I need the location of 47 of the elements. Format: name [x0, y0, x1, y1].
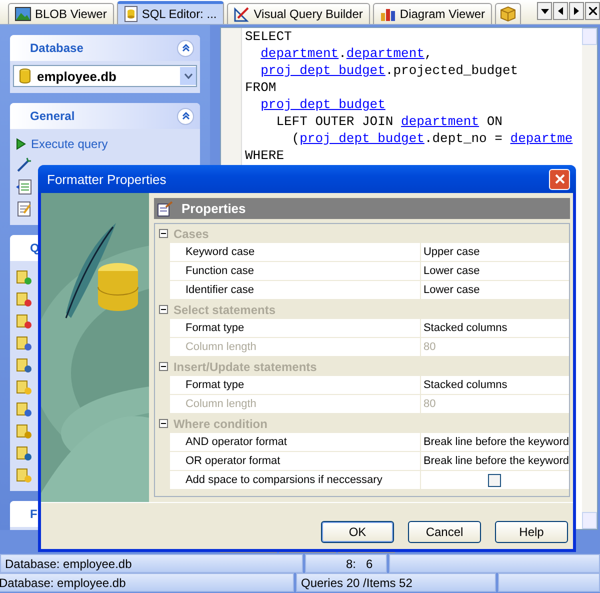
code-line: SELECT [245, 28, 293, 45]
category-label: Where condition [173, 416, 268, 430]
category-label: Select statements [173, 302, 276, 316]
status-text: Database: employee.db [0, 554, 303, 573]
code-line: WHERE [245, 147, 286, 164]
status-text: Queries 20 /Items 52 [296, 573, 496, 592]
property-name: Column length [170, 395, 422, 413]
tab[interactable]: Visual Query Builder [226, 3, 370, 24]
code-line: proj dept budget [260, 96, 386, 113]
property-name: Add space to comparsions if neccessary [170, 471, 422, 489]
property-value[interactable]: Stacked columns [421, 376, 569, 394]
property-name: OR operator format [170, 452, 422, 470]
property-value[interactable]: Lower case [421, 281, 569, 299]
property-value[interactable]: Lower case [421, 262, 569, 280]
tab[interactable]: BLOB Viewer [8, 3, 114, 24]
property-value[interactable]: Upper case [421, 243, 569, 261]
ok-button[interactable]: OK [321, 521, 394, 543]
property-value[interactable]: Break line before the keyword [421, 433, 569, 451]
code-line: FROM [245, 79, 278, 96]
property-value[interactable]: Break line before the keyword [421, 452, 569, 470]
category-label: Insert/Update statements [173, 360, 317, 374]
property-name: Keyword case [170, 243, 422, 261]
code-line: department.department, [260, 45, 434, 62]
tab[interactable]: Diagram Viewer [372, 3, 492, 24]
property-name: AND operator format [170, 433, 422, 451]
database-select[interactable]: employee.db [13, 65, 197, 87]
execute-query-link[interactable]: Execute query [16, 137, 108, 151]
property-name: Identifier case [170, 281, 422, 299]
status-text: Database: employee.db [0, 573, 294, 592]
panel-title: F [30, 507, 38, 521]
properties-header: Properties [154, 198, 570, 219]
code-line: LEFT OUTER JOIN department ON [275, 113, 504, 130]
property-name: Column length [170, 338, 422, 356]
panel-title: General [30, 109, 75, 123]
property-name: Format type [170, 319, 422, 337]
cancel-button[interactable]: Cancel [408, 521, 481, 543]
tab[interactable]: SQL Editor: ... [116, 1, 224, 24]
code-line: (proj dept budget.dept_no = departme [290, 130, 573, 147]
dialog-title: Formatter Properties [47, 172, 166, 186]
property-value[interactable]: Stacked columns [421, 319, 569, 337]
cursor-position: 8: 6 [305, 554, 387, 573]
property-name: Function case [170, 262, 422, 280]
help-button[interactable]: Help [495, 521, 568, 543]
code-line: proj dept budget.projected_budget [260, 62, 520, 79]
panel-title: Database [30, 41, 84, 55]
property-name: Format type [170, 376, 422, 394]
category-label: Cases [173, 226, 209, 240]
